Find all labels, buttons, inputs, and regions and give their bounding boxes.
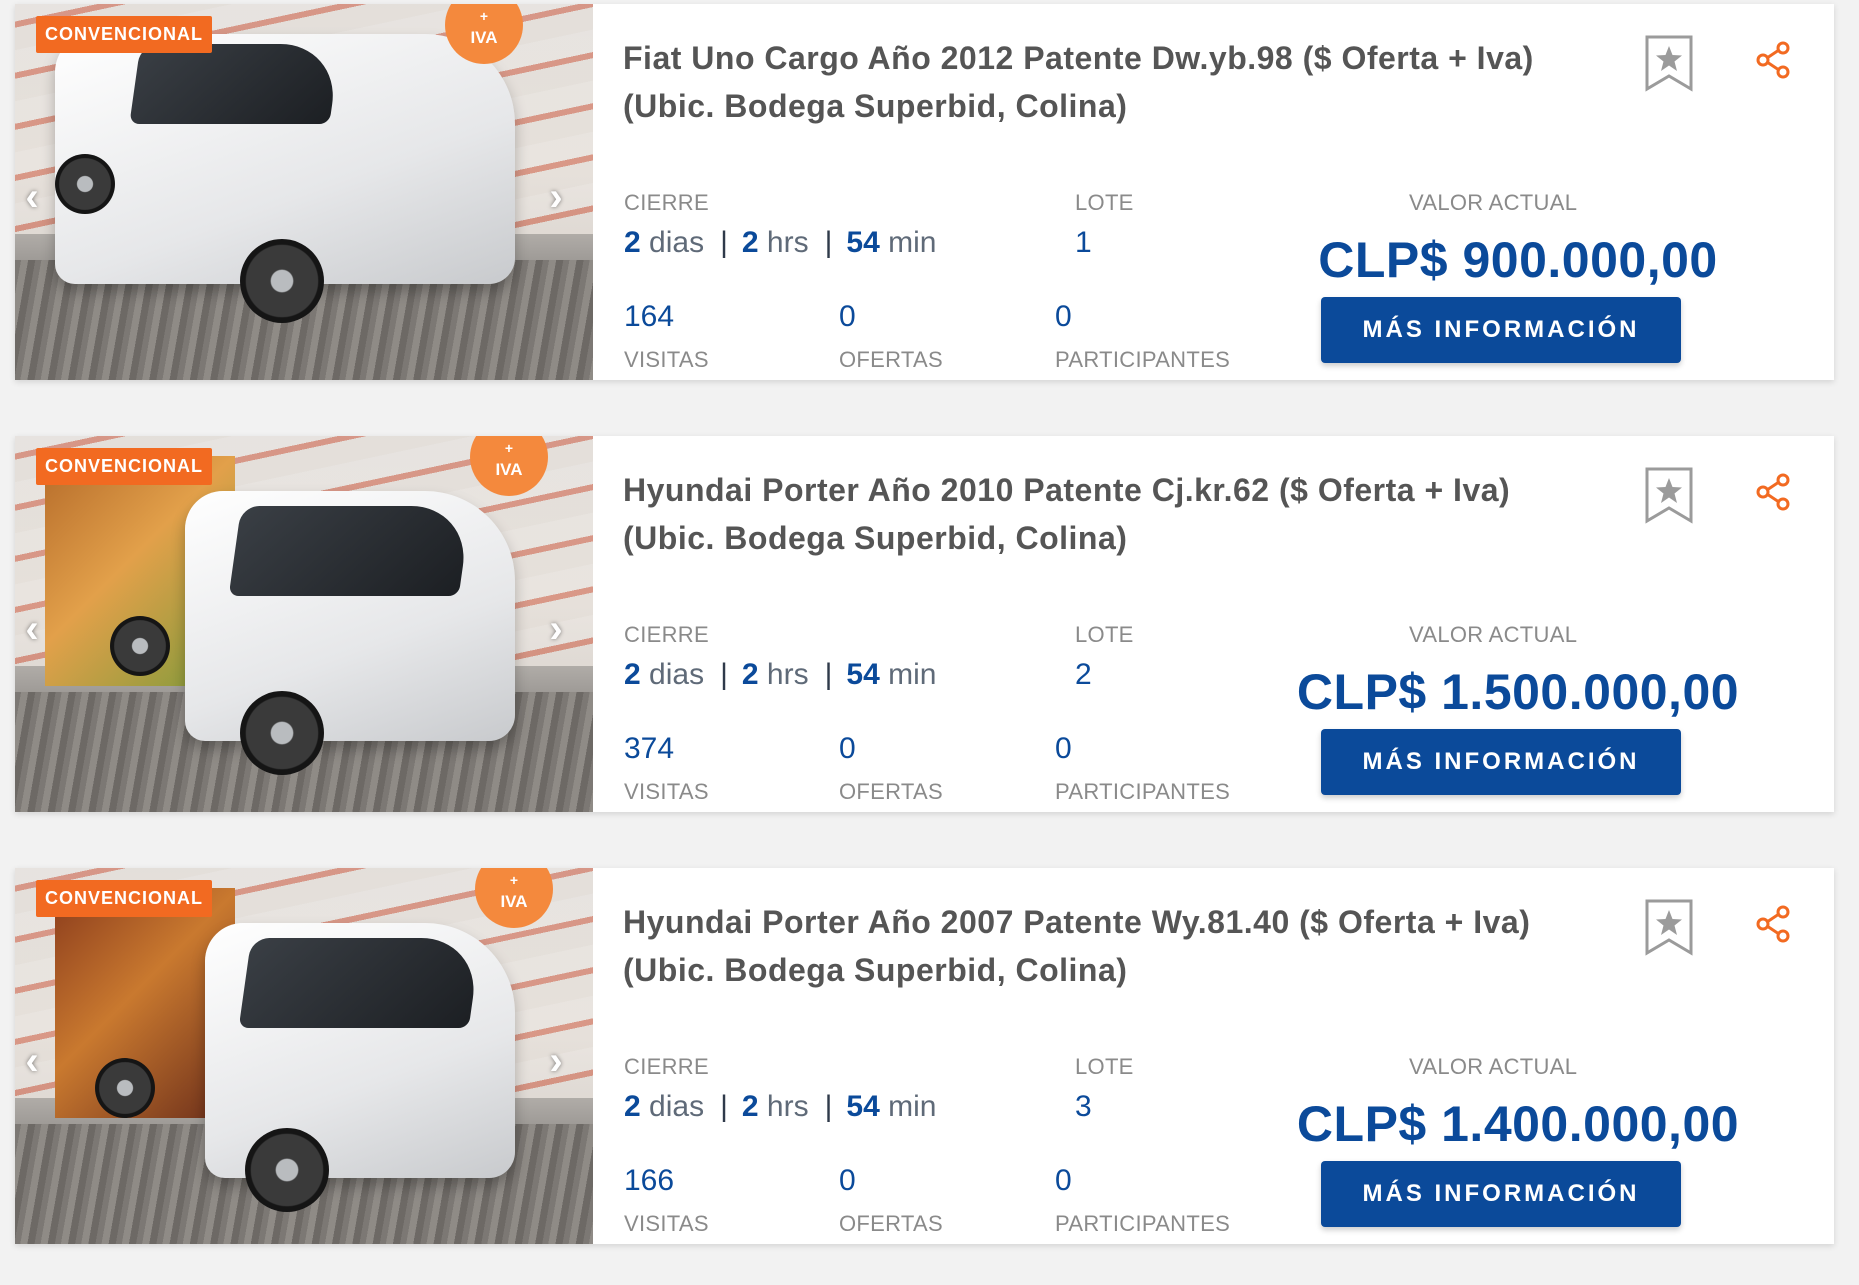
lote-value: 2 [1075, 658, 1092, 691]
visitas-count: 374 [624, 732, 675, 765]
lote-label: LOTE [1075, 1054, 1134, 1079]
participantes-label: PARTICIPANTES [1055, 347, 1231, 372]
lote-label: LOTE [1075, 622, 1134, 647]
participantes-count: 0 [1055, 732, 1072, 765]
lot-card: CONVENCIONAL + IVA ‹ › Hyundai Porter Año… [15, 868, 1834, 1244]
ofertas-count: 0 [839, 1164, 856, 1197]
lot-card: CONVENCIONAL + IVA ‹ › Hyundai Porter Año… [15, 436, 1834, 812]
lote-value: 3 [1075, 1090, 1092, 1123]
ofertas-count: 0 [839, 300, 856, 333]
countdown: 2 dias | 2 hrs | 54 min [624, 226, 937, 259]
lot-photo-carousel[interactable]: CONVENCIONAL + IVA ‹ › [15, 868, 593, 1244]
bookmark-star-icon[interactable] [1644, 466, 1694, 524]
lot-title[interactable]: Hyundai Porter Año 2010 Patente Cj.kr.62… [623, 466, 1543, 562]
share-icon[interactable] [1755, 904, 1791, 944]
bookmark-star-icon[interactable] [1644, 34, 1694, 92]
ofertas-label: OFERTAS [839, 347, 943, 372]
chevron-left-icon[interactable]: ‹ [17, 609, 47, 649]
lot-title[interactable]: Hyundai Porter Año 2007 Patente Wy.81.40… [623, 898, 1543, 994]
cierre-label: CIERRE [624, 622, 709, 647]
countdown: 2 dias | 2 hrs | 54 min [624, 1090, 937, 1123]
participantes-label: PARTICIPANTES [1055, 779, 1231, 804]
visitas-count: 164 [624, 300, 675, 333]
ofertas-label: OFERTAS [839, 779, 943, 804]
participantes-label: PARTICIPANTES [1055, 1211, 1231, 1236]
convencional-badge: CONVENCIONAL [36, 16, 213, 53]
valor-actual-label: VALOR ACTUAL [1409, 190, 1578, 215]
countdown: 2 dias | 2 hrs | 54 min [624, 658, 937, 691]
chevron-left-icon[interactable]: ‹ [17, 177, 47, 217]
cierre-label: CIERRE [624, 1054, 709, 1079]
lot-card: CONVENCIONAL + IVA ‹ › Fiat Uno Cargo Año… [15, 4, 1834, 380]
lote-label: LOTE [1075, 190, 1134, 215]
cierre-label: CIERRE [624, 190, 709, 215]
share-icon[interactable] [1755, 472, 1791, 512]
lote-value: 1 [1075, 226, 1092, 259]
chevron-right-icon[interactable]: › [541, 609, 571, 649]
ofertas-label: OFERTAS [839, 1211, 943, 1236]
lot-title[interactable]: Fiat Uno Cargo Año 2012 Patente Dw.yb.98… [623, 34, 1543, 130]
lot-photo-carousel[interactable]: CONVENCIONAL + IVA ‹ › [15, 436, 593, 812]
chevron-right-icon[interactable]: › [541, 1041, 571, 1081]
lot-photo-carousel[interactable]: CONVENCIONAL + IVA ‹ › [15, 4, 593, 380]
convencional-badge: CONVENCIONAL [36, 448, 213, 485]
mas-informacion-button[interactable]: MÁS INFORMACIÓN [1321, 729, 1681, 795]
chevron-right-icon[interactable]: › [541, 177, 571, 217]
bookmark-star-icon[interactable] [1644, 898, 1694, 956]
valor-actual-label: VALOR ACTUAL [1409, 622, 1578, 647]
participantes-count: 0 [1055, 1164, 1072, 1197]
valor-actual-label: VALOR ACTUAL [1409, 1054, 1578, 1079]
convencional-badge: CONVENCIONAL [36, 880, 213, 917]
current-price: CLP$ 900.000,00 [1318, 232, 1718, 288]
current-price: CLP$ 1.500.000,00 [1296, 664, 1740, 720]
chevron-left-icon[interactable]: ‹ [17, 1041, 47, 1081]
current-price: CLP$ 1.400.000,00 [1296, 1096, 1740, 1152]
ofertas-count: 0 [839, 732, 856, 765]
share-icon[interactable] [1755, 40, 1791, 80]
visitas-label: VISITAS [624, 779, 709, 804]
visitas-label: VISITAS [624, 347, 709, 372]
mas-informacion-button[interactable]: MÁS INFORMACIÓN [1321, 1161, 1681, 1227]
visitas-count: 166 [624, 1164, 675, 1197]
participantes-count: 0 [1055, 300, 1072, 333]
visitas-label: VISITAS [624, 1211, 709, 1236]
mas-informacion-button[interactable]: MÁS INFORMACIÓN [1321, 297, 1681, 363]
